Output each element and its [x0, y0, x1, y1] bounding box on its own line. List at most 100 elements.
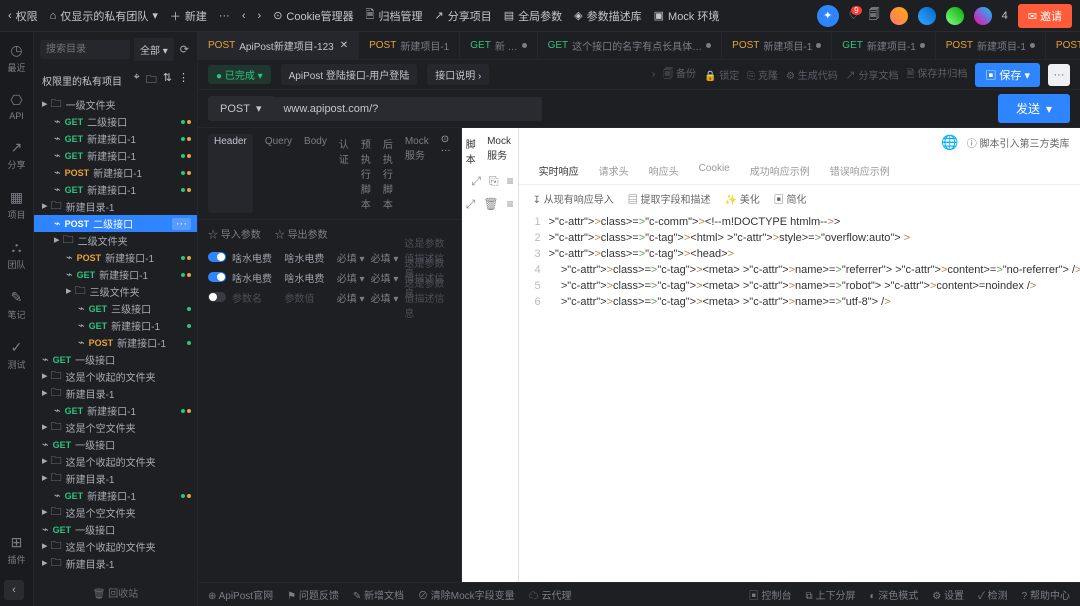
global-params[interactable]: ▤ 全局参数: [504, 8, 562, 24]
activity-测试[interactable]: ✓测试: [7, 339, 25, 371]
param-toggle[interactable]: [208, 252, 226, 262]
tree-api[interactable]: ⌁GET二级接口: [34, 113, 197, 130]
tab[interactable]: POST新建项目-1: [936, 32, 1046, 59]
list-icon[interactable]: ≡: [507, 174, 514, 189]
activity-项目[interactable]: ▦项目: [7, 189, 25, 221]
globe-icon[interactable]: 🌐: [941, 134, 958, 151]
status-item[interactable]: ✎ 新增文档: [353, 587, 404, 602]
activity-团队[interactable]: ⛬团队: [7, 239, 25, 271]
resp-tool-item[interactable]: ▤ 提取字段和描述: [628, 191, 711, 206]
required-select[interactable]: 必填 ▾: [337, 250, 365, 265]
sort-icon[interactable]: ⇅: [163, 71, 172, 90]
crumb-action[interactable]: 🔒 锁定: [704, 67, 739, 82]
tree-api[interactable]: ⌁POST新建接口-1: [34, 249, 197, 266]
refresh-icon[interactable]: ⟳: [178, 41, 191, 58]
tree-api[interactable]: ⌁GET一级接口: [34, 351, 197, 368]
tree-folder[interactable]: ▸ 🗀这是个空文件夹: [34, 419, 197, 436]
req-tab[interactable]: Query: [265, 134, 292, 213]
param-key[interactable]: 啥水电费: [232, 250, 278, 265]
search-scope[interactable]: 全部 ▾: [134, 38, 174, 61]
expand-icon[interactable]: ⤢: [471, 174, 481, 189]
script-lib-link[interactable]: ⓘ 脚本引入第三方类库: [967, 135, 1070, 150]
tree-api[interactable]: ⌁POST新建接口-1: [34, 334, 197, 351]
activity-笔记[interactable]: ✎笔记: [7, 289, 25, 321]
perm-menu[interactable]: ‹权限: [8, 8, 38, 24]
tree-api[interactable]: ⌁GET新建接口-1: [34, 402, 197, 419]
nav-back[interactable]: ‹: [242, 10, 246, 22]
crumb-desc[interactable]: 接口说明 ›: [427, 64, 489, 85]
status-item[interactable]: ? 帮助中心: [1022, 587, 1070, 602]
tree-folder[interactable]: ▸ 🗀这是个空文件夹: [34, 504, 197, 521]
activity-最近[interactable]: ◷最近: [7, 42, 25, 74]
tab[interactable]: POST新建项目-1: [359, 32, 460, 59]
crumb-action[interactable]: ⎘ 克隆: [747, 67, 778, 82]
tab[interactable]: GET这个接口的名字有点长具体…: [538, 32, 723, 59]
tree-api[interactable]: ⌁GET一级接口: [34, 521, 197, 538]
collapse-sidebar[interactable]: ‹: [4, 580, 24, 600]
tree-folder[interactable]: ▸ 🗀二级文件夹: [34, 232, 197, 249]
status-item[interactable]: ⊕ ApiPost官网: [208, 587, 273, 602]
tab[interactable]: GET新 …: [460, 32, 537, 59]
param-key[interactable]: 啥水电费: [232, 270, 278, 285]
resp-tab[interactable]: 响应头: [649, 163, 679, 178]
crumb-caret[interactable]: ›: [652, 69, 655, 80]
required-select[interactable]: 必填 ▾: [337, 290, 365, 305]
resp-tool-item[interactable]: ▣ 简化: [774, 191, 807, 206]
tree-api[interactable]: ⌁GET三级接口: [34, 300, 197, 317]
req-tab[interactable]: 预执行脚本: [361, 134, 371, 213]
crumb-action[interactable]: ↗ 分享文档: [846, 67, 899, 82]
status-item[interactable]: ⧉ 上下分屏: [806, 587, 856, 602]
tab[interactable]: GET新建项目-1: [832, 32, 935, 59]
export-params[interactable]: ☆ 导出参数: [275, 226, 328, 241]
tree-folder[interactable]: ▸ 🗀一级文件夹: [34, 96, 197, 113]
tree-api[interactable]: ⌁GET新建接口-1: [34, 181, 197, 198]
avatar[interactable]: [890, 7, 908, 25]
req-tab[interactable]: 后执行脚本: [383, 134, 393, 213]
status-item[interactable]: ⚑ 问题反馈: [287, 587, 339, 602]
req-tab[interactable]: 认证: [339, 134, 349, 213]
tree-api[interactable]: ⌁GET新建接口-1: [34, 266, 197, 283]
status-item[interactable]: ✓ 检测: [978, 587, 1008, 602]
status-item[interactable]: ⚙ 设置: [932, 587, 964, 602]
required-select[interactable]: 必填 ▾: [371, 250, 399, 265]
tree-api[interactable]: ⌁GET新建接口-1: [34, 130, 197, 147]
tree-folder[interactable]: ▸ 🗀三级文件夹: [34, 283, 197, 300]
tree-api[interactable]: ⌁POST新建接口-1: [34, 164, 197, 181]
activity-API[interactable]: ⎔API: [9, 92, 24, 121]
status-item[interactable]: ◐ 深色模式: [869, 587, 918, 602]
tree-api[interactable]: ⌁POST二级接口···: [34, 215, 197, 232]
method-select[interactable]: POST ▾: [208, 96, 273, 121]
crumb-action[interactable]: 🗐 备份: [663, 65, 696, 84]
resp-tool-item[interactable]: ↧ 从现有响应导入: [533, 191, 614, 206]
avatar[interactable]: [974, 7, 992, 25]
archive-manage[interactable]: 🗎 归档管理: [366, 6, 423, 25]
notification-icon[interactable]: ♡9: [849, 9, 859, 22]
status-item[interactable]: ▣ 控制台: [749, 587, 792, 602]
more-button[interactable]: ···: [219, 10, 230, 22]
new-folder-icon[interactable]: 🗀: [146, 71, 157, 90]
filter-icon[interactable]: ⋮: [178, 71, 189, 90]
tree-api[interactable]: ⌁GET新建接口-1: [34, 147, 197, 164]
search-input[interactable]: [40, 40, 130, 59]
url-input[interactable]: [273, 97, 542, 121]
tree-folder[interactable]: ▸ 🗀新建目录-1: [34, 470, 197, 487]
activity-plugin[interactable]: ⊞插件: [7, 534, 25, 566]
param-value[interactable]: 啥水电费: [284, 250, 330, 265]
status-pill[interactable]: ● 已完成 ▾: [208, 65, 271, 84]
crumb-action[interactable]: ⚙ 生成代码: [786, 67, 838, 82]
cookie-manager[interactable]: ⊙ Cookie管理器: [273, 8, 353, 24]
resp-tab[interactable]: Cookie: [699, 163, 730, 178]
param-toggle[interactable]: [208, 292, 226, 302]
mid-tab-script[interactable]: 脚本: [466, 136, 477, 166]
resp-tab[interactable]: 请求头: [599, 163, 629, 178]
tree-folder[interactable]: ▸ 🗀这是个收起的文件夹: [34, 538, 197, 555]
tree-folder[interactable]: ▸ 🗀新建目录-1: [34, 198, 197, 215]
tab[interactable]: POST新建项目-1: [1046, 32, 1080, 59]
nav-forward[interactable]: ›: [258, 10, 262, 22]
req-tab[interactable]: Mock 服务: [405, 134, 429, 213]
tree-folder[interactable]: ▸ 🗀这是个收起的文件夹: [34, 368, 197, 385]
close-icon[interactable]: ✕: [340, 40, 348, 51]
param-key[interactable]: 参数名: [232, 290, 278, 305]
invite-button[interactable]: ✉ 邀请: [1018, 4, 1072, 28]
tree-api[interactable]: ⌁GET一级接口: [34, 436, 197, 453]
